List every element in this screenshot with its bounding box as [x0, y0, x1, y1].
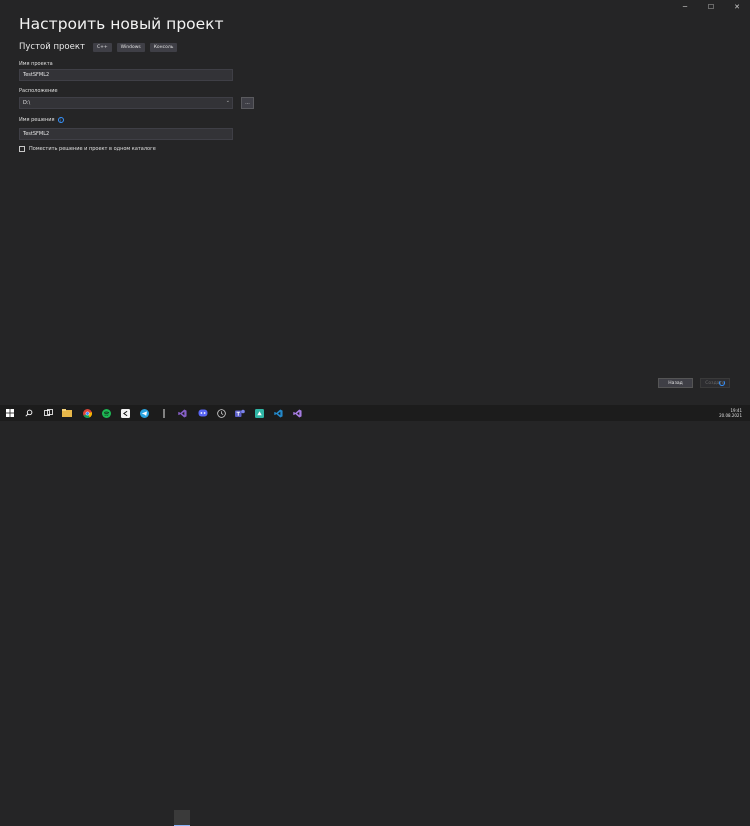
- teams-icon[interactable]: [235, 408, 245, 418]
- create-button[interactable]: Создать: [700, 378, 730, 388]
- back-button[interactable]: Назад: [658, 378, 693, 388]
- taskbar-date: 20.08.2021: [719, 413, 742, 418]
- template-info: Пустой проект C++ Windows Консоль: [19, 42, 182, 52]
- maximize-button[interactable]: ☐: [698, 0, 724, 14]
- project-name-label: Имя проекта: [19, 61, 53, 67]
- loading-spinner-icon: [719, 380, 725, 386]
- project-config-window: ─ ☐ ✕ Настроить новый проект Пустой прое…: [0, 0, 750, 405]
- solution-name-label: Имя решения: [19, 117, 55, 123]
- discord-icon[interactable]: [198, 408, 208, 418]
- visual-studio-active-tab[interactable]: [174, 810, 190, 826]
- location-combobox[interactable]: D:\ ⌄: [19, 97, 233, 109]
- solution-name-input[interactable]: TestSFML2: [19, 128, 233, 140]
- project-name-value: TestSFML2: [23, 72, 50, 78]
- tag-windows: Windows: [116, 42, 145, 52]
- visual-studio-2-icon[interactable]: [292, 408, 302, 418]
- vscode-icon[interactable]: [273, 408, 283, 418]
- app-divider-icon[interactable]: [159, 408, 169, 418]
- telegram-icon[interactable]: [139, 408, 149, 418]
- location-value: D:\: [23, 100, 31, 106]
- file-explorer-icon[interactable]: [62, 408, 72, 418]
- same-directory-checkbox[interactable]: [19, 146, 25, 152]
- windows-icon[interactable]: [5, 408, 15, 418]
- system-tray-clock[interactable]: 19:41 20.08.2021: [719, 405, 742, 421]
- project-name-input[interactable]: TestSFML2: [19, 69, 233, 81]
- tag-console: Консоль: [149, 42, 178, 52]
- task-view-icon[interactable]: [43, 408, 53, 418]
- visual-studio-icon[interactable]: [177, 408, 187, 418]
- search-icon[interactable]: [24, 408, 34, 418]
- close-button[interactable]: ✕: [724, 0, 750, 14]
- info-icon[interactable]: i: [57, 117, 64, 123]
- taskbar: [0, 405, 750, 826]
- same-directory-label: Поместить решение и проект в одном катал…: [29, 146, 156, 152]
- solution-name-value: TestSFML2: [23, 131, 50, 137]
- solution-name-label-row: Имя решения i: [19, 117, 64, 123]
- template-name: Пустой проект: [19, 42, 85, 52]
- clock-icon[interactable]: [216, 408, 226, 418]
- chevron-down-icon[interactable]: ⌄: [226, 98, 230, 104]
- chrome-icon[interactable]: [82, 408, 92, 418]
- location-label: Расположение: [19, 88, 58, 94]
- page-title: Настроить новый проект: [19, 15, 224, 33]
- same-directory-checkbox-row[interactable]: Поместить решение и проект в одном катал…: [19, 146, 156, 152]
- window-controls: ─ ☐ ✕: [672, 0, 750, 14]
- capcut-icon[interactable]: [120, 408, 130, 418]
- spotify-icon[interactable]: [101, 408, 111, 418]
- browse-button[interactable]: ...: [241, 97, 254, 109]
- tag-cpp: C++: [92, 42, 112, 52]
- app-icon[interactable]: [254, 408, 264, 418]
- minimize-button[interactable]: ─: [672, 0, 698, 14]
